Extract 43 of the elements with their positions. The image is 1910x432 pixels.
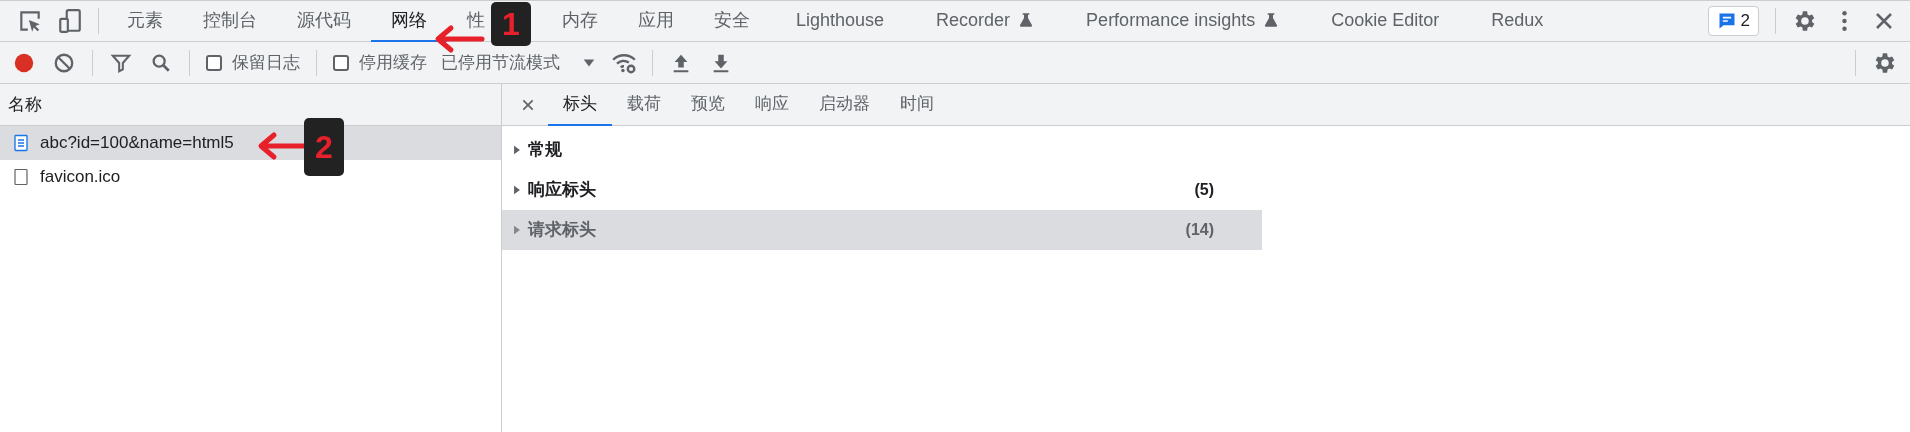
checkbox-label[interactable]: 停用缓存 — [325, 49, 435, 76]
message-icon — [1716, 11, 1737, 31]
section-title: 请求标头 — [528, 219, 596, 242]
panel-tab[interactable]: Recorder — [910, 0, 1061, 42]
throttling-dropdown[interactable]: 已停用节流模式 — [435, 49, 604, 76]
header-count: (5) — [1194, 180, 1214, 200]
detail-tab[interactable]: 启动器 — [804, 83, 885, 126]
annotation-badge: 2 — [304, 118, 344, 176]
panel-tab[interactable]: Lighthouse — [770, 0, 911, 42]
inspect-icon — [17, 8, 43, 34]
panel-tab[interactable]: 安全 — [694, 0, 770, 42]
annotation-badge: 1 — [491, 2, 531, 46]
section-title: 常规 — [528, 139, 562, 162]
checkbox-label[interactable]: 保留日志 — [198, 49, 308, 76]
device-icon — [57, 8, 83, 34]
detail-tab[interactable]: 标头 — [548, 83, 612, 126]
expand-arrow-icon — [512, 145, 522, 155]
section-title: 响应标头 — [528, 179, 596, 202]
clear-icon — [53, 51, 75, 74]
more-icon — [1841, 11, 1847, 31]
checkbox[interactable] — [206, 54, 222, 71]
detail-tab[interactable]: 载荷 — [612, 83, 676, 126]
panel-tab[interactable]: Redux — [1465, 0, 1570, 42]
detail-tab[interactable]: 预览 — [676, 83, 740, 126]
panel-tab[interactable]: 元素 — [107, 0, 183, 42]
panel-tab[interactable]: Cookie Editor — [1305, 0, 1466, 42]
detail-tab[interactable]: 时间 — [885, 83, 949, 126]
panel-tab[interactable]: 应用 — [618, 0, 694, 42]
header-count: (14) — [1185, 220, 1214, 240]
panel-tab[interactable]: 内存 — [542, 0, 618, 42]
checkbox[interactable] — [333, 54, 349, 71]
document-icon — [12, 134, 30, 152]
panel-tab[interactable]: 源代码 — [277, 0, 371, 42]
panel-tab[interactable]: 控制台 — [183, 0, 277, 42]
column-header[interactable]: 名称 — [0, 84, 501, 126]
panel-tab[interactable]: Performance insights — [1060, 0, 1306, 42]
file-icon — [12, 168, 30, 186]
expand-arrow-icon — [512, 185, 522, 195]
issues-button[interactable]: 2 — [1707, 6, 1759, 36]
detail-tab[interactable]: 响应 — [740, 83, 804, 126]
section-header[interactable]: 请求标头 (14) — [502, 210, 1262, 250]
panel-tab[interactable]: 性 — [447, 0, 485, 42]
expand-arrow-icon — [512, 225, 522, 235]
